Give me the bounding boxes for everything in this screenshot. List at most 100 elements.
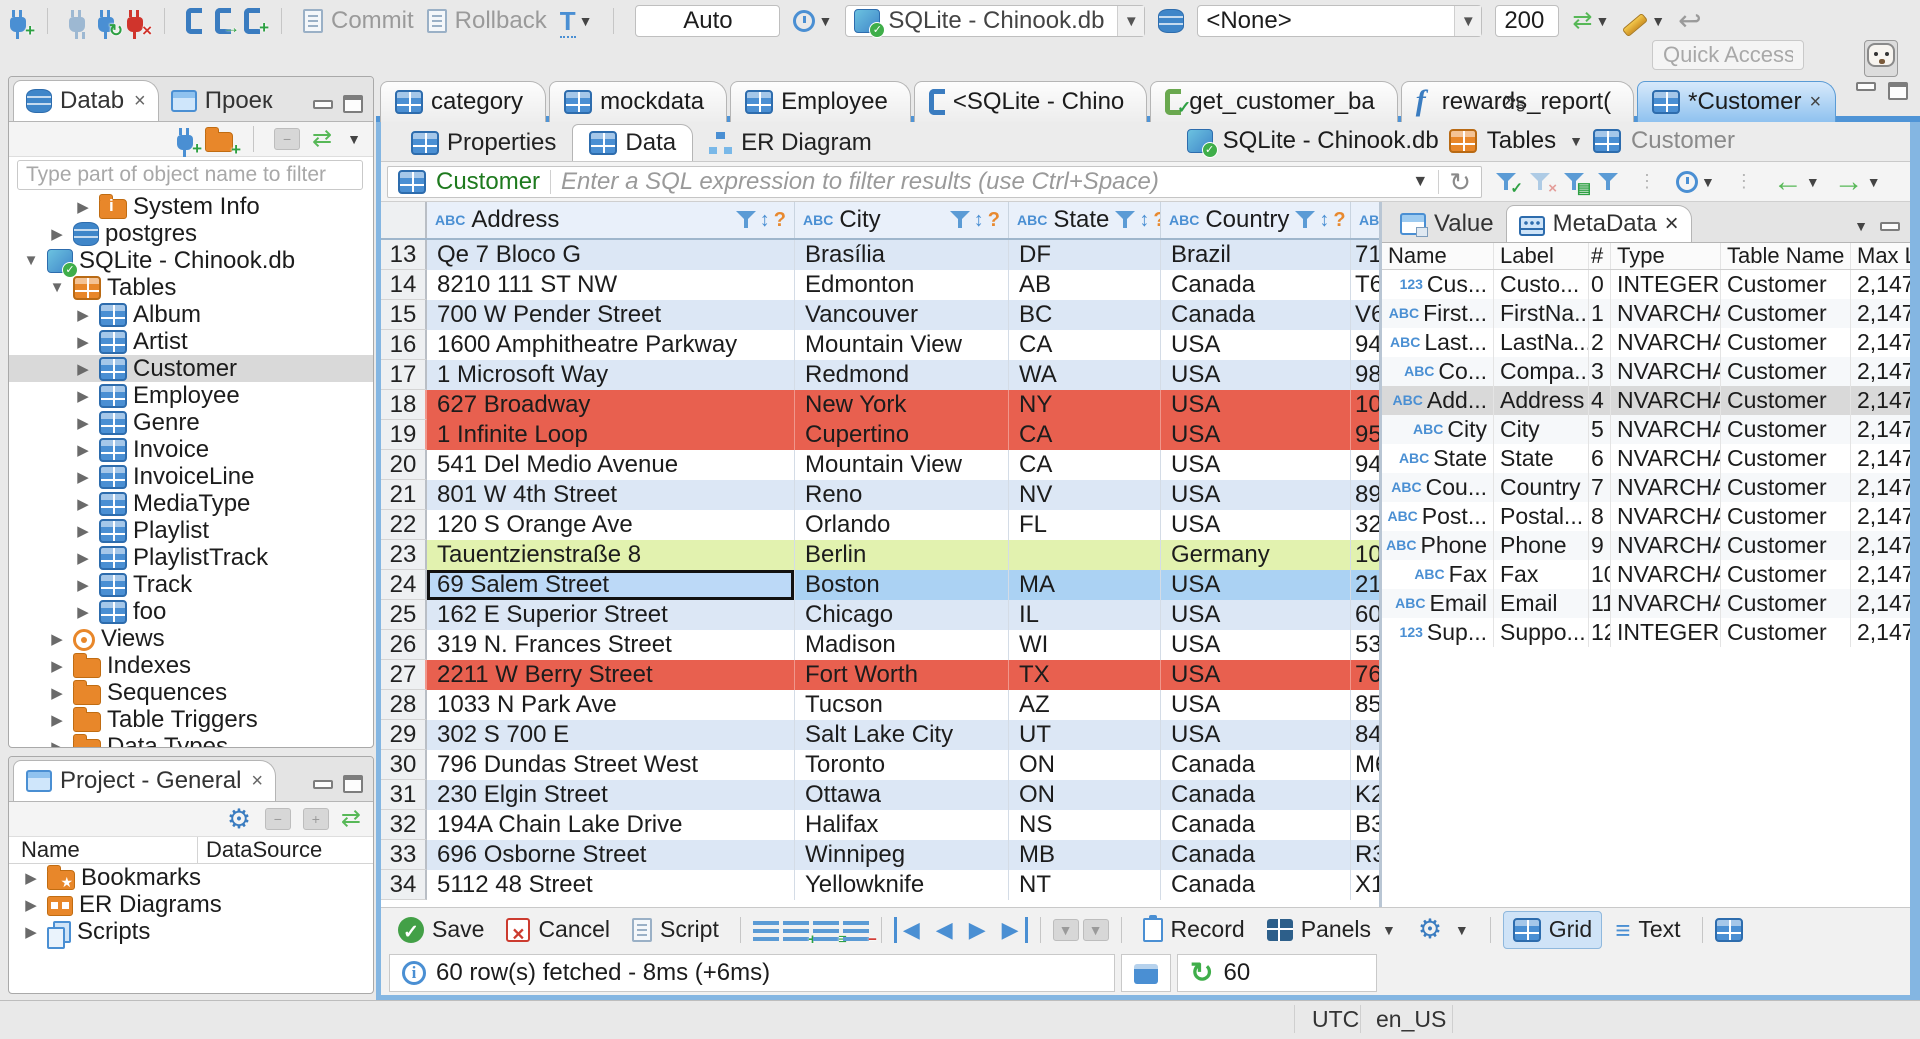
cell-tablename[interactable]: Customer bbox=[1721, 299, 1851, 328]
cell-type[interactable]: NVARCHAR bbox=[1611, 502, 1721, 531]
cell-address[interactable]: 1 Microsoft Way bbox=[427, 360, 795, 390]
close-icon[interactable]: × bbox=[251, 770, 263, 793]
cell-country[interactable]: Canada bbox=[1161, 750, 1351, 780]
cell-type[interactable]: INTEGER bbox=[1611, 270, 1721, 299]
dropdown-arrow-icon[interactable]: ▼ bbox=[1454, 6, 1482, 36]
editor-tab[interactable]: <SQLite - Chino bbox=[913, 81, 1148, 122]
cell-city[interactable]: Cupertino bbox=[795, 420, 1009, 450]
editor-tab[interactable]: mockdata bbox=[549, 81, 728, 122]
cell-number[interactable]: 11 bbox=[1589, 589, 1611, 618]
editor-tab[interactable]: Employee bbox=[730, 81, 911, 122]
cell-maxlength[interactable]: 2,147,483 bbox=[1851, 357, 1910, 386]
cell-number[interactable]: 1 bbox=[1589, 299, 1611, 328]
cell-number[interactable]: 3 bbox=[1589, 357, 1611, 386]
cell-label[interactable]: Phone bbox=[1494, 531, 1589, 560]
cell-label[interactable]: Custo... bbox=[1494, 270, 1589, 299]
cell-city[interactable]: Mountain View bbox=[795, 450, 1009, 480]
cell-name[interactable]: 123 Sup... bbox=[1382, 618, 1494, 647]
column-filter-icon[interactable] bbox=[1115, 210, 1136, 230]
cell-number[interactable]: 9 bbox=[1589, 531, 1611, 560]
table-row[interactable]: 13 Qe 7 Bloco G Brasília DF Brazil 71 bbox=[381, 240, 1379, 270]
new-folder-icon[interactable]: + bbox=[205, 126, 241, 159]
column-header-type[interactable]: Type bbox=[1611, 243, 1721, 269]
close-icon[interactable]: × bbox=[134, 90, 146, 113]
dropdown-arrow-icon[interactable]: ▼ bbox=[1117, 6, 1145, 36]
expand-arrow-icon[interactable]: ▶ bbox=[47, 630, 67, 648]
cell-maxlength[interactable]: 2,147,483 bbox=[1851, 531, 1910, 560]
cell-city[interactable]: New York bbox=[795, 390, 1009, 420]
metadata-row[interactable]: ABCState State 6 NVARCHAR Customer 2,147… bbox=[1382, 444, 1910, 473]
expand-arrow-icon[interactable]: ▶ bbox=[73, 468, 93, 486]
cell-tablename[interactable]: Customer bbox=[1721, 560, 1851, 589]
expand-arrow-icon[interactable]: ▶ bbox=[47, 738, 67, 748]
cell-type[interactable]: NVARCHAR bbox=[1611, 444, 1721, 473]
minimize-panel-icon[interactable] bbox=[1880, 221, 1900, 231]
cell-postalcode[interactable]: R3 bbox=[1351, 840, 1379, 870]
clear-filter-icon[interactable]: × bbox=[1530, 172, 1557, 197]
cell-tablename[interactable]: Customer bbox=[1721, 328, 1851, 357]
last-row-icon[interactable]: ▶ bbox=[996, 916, 1028, 943]
cell-maxlength[interactable]: 2,147,483 bbox=[1851, 415, 1910, 444]
commit-button[interactable]: Commit bbox=[303, 7, 414, 35]
cell-name[interactable]: ABC City bbox=[1382, 415, 1494, 444]
tree-item[interactable]: ▶ postgres bbox=[9, 220, 373, 247]
collapse-all-icon[interactable]: − bbox=[264, 808, 291, 830]
cell-number[interactable]: 6 bbox=[1589, 444, 1611, 473]
cell-address[interactable]: 796 Dundas Street West bbox=[427, 750, 795, 780]
column-header-maxlength[interactable]: Max L bbox=[1851, 243, 1910, 269]
close-icon[interactable]: × bbox=[1810, 91, 1822, 114]
cell-name[interactable]: ABC Phone bbox=[1382, 531, 1494, 560]
metadata-row[interactable]: 123Sup... Suppo... 12 INTEGER Customer 2… bbox=[1382, 618, 1910, 647]
cell-country[interactable]: USA bbox=[1161, 360, 1351, 390]
cell-maxlength[interactable]: 2,147,483 bbox=[1851, 473, 1910, 502]
cell-city[interactable]: Yellowknife bbox=[795, 870, 1009, 900]
tree-item[interactable]: ▶ ER Diagrams bbox=[9, 891, 373, 918]
cell-city[interactable]: Mountain View bbox=[795, 330, 1009, 360]
cell-country[interactable]: Germany bbox=[1161, 540, 1351, 570]
cell-address[interactable]: Qe 7 Bloco G bbox=[427, 240, 795, 270]
cell-name[interactable]: ABC Add... bbox=[1382, 386, 1494, 415]
sql-editor-icon[interactable] bbox=[186, 8, 202, 34]
cancel-button[interactable]: Cancel bbox=[497, 912, 619, 948]
tab-overflow-button[interactable]: »5 bbox=[1498, 86, 1531, 120]
cell-type[interactable]: NVARCHAR bbox=[1611, 560, 1721, 589]
cell-country[interactable]: USA bbox=[1161, 600, 1351, 630]
cell-type[interactable]: NVARCHAR bbox=[1611, 589, 1721, 618]
table-row[interactable]: 17 1 Microsoft Way Redmond WA USA 98 bbox=[381, 360, 1379, 390]
cell-tablename[interactable]: Customer bbox=[1721, 531, 1851, 560]
expand-arrow-icon[interactable]: ▶ bbox=[73, 549, 93, 567]
expand-arrow-icon[interactable]: ▶ bbox=[73, 387, 93, 405]
row-number[interactable]: 33 bbox=[381, 840, 427, 870]
metadata-row[interactable]: ABCFax Fax 10 NVARCHAR Customer 2,147,48… bbox=[1382, 560, 1910, 589]
fetch-all-icon[interactable]: ▼ bbox=[1082, 918, 1109, 941]
value-view-icon[interactable] bbox=[1714, 917, 1743, 942]
row-number[interactable]: 25 bbox=[381, 600, 427, 630]
cell-state[interactable]: AZ bbox=[1009, 690, 1161, 720]
filter-placeholder[interactable]: Enter a SQL expression to filter results… bbox=[561, 168, 1399, 196]
cell-maxlength[interactable]: 2,147,483 bbox=[1851, 328, 1910, 357]
cell-address[interactable]: 319 N. Frances Street bbox=[427, 630, 795, 660]
column-header-datasource[interactable]: DataSource bbox=[198, 837, 322, 863]
expand-arrow-icon[interactable]: ▶ bbox=[73, 495, 93, 513]
cell-city[interactable]: Berlin bbox=[795, 540, 1009, 570]
tree-item[interactable]: ▶ MediaType bbox=[9, 490, 373, 517]
cell-label[interactable]: FirstNa... bbox=[1494, 299, 1589, 328]
cell-label[interactable]: Fax bbox=[1494, 560, 1589, 589]
cell-postalcode[interactable]: 10 bbox=[1351, 540, 1379, 570]
auto-refresh-button[interactable]: ▼ bbox=[1676, 170, 1715, 193]
column-header-number[interactable]: # bbox=[1589, 243, 1611, 269]
cell-postalcode[interactable]: T6 bbox=[1351, 270, 1379, 300]
tree-item[interactable]: ▶ Table Triggers bbox=[9, 706, 373, 733]
cell-address[interactable]: 8210 111 ST NW bbox=[427, 270, 795, 300]
cell-state[interactable]: CA bbox=[1009, 330, 1161, 360]
edit-cell-icon[interactable] bbox=[752, 921, 779, 941]
cell-state[interactable]: BC bbox=[1009, 300, 1161, 330]
expand-arrow-icon[interactable]: ▶ bbox=[73, 441, 93, 459]
cell-number[interactable]: 10 bbox=[1589, 560, 1611, 589]
cell-state[interactable]: NS bbox=[1009, 810, 1161, 840]
expand-arrow-icon[interactable]: ▶ bbox=[73, 576, 93, 594]
sort-icon[interactable]: ↕ bbox=[1139, 209, 1149, 232]
tree-item[interactable]: ▶ Scripts bbox=[9, 918, 373, 949]
column-header-name[interactable]: Name bbox=[1382, 243, 1494, 269]
quick-access-input[interactable] bbox=[1652, 40, 1804, 70]
